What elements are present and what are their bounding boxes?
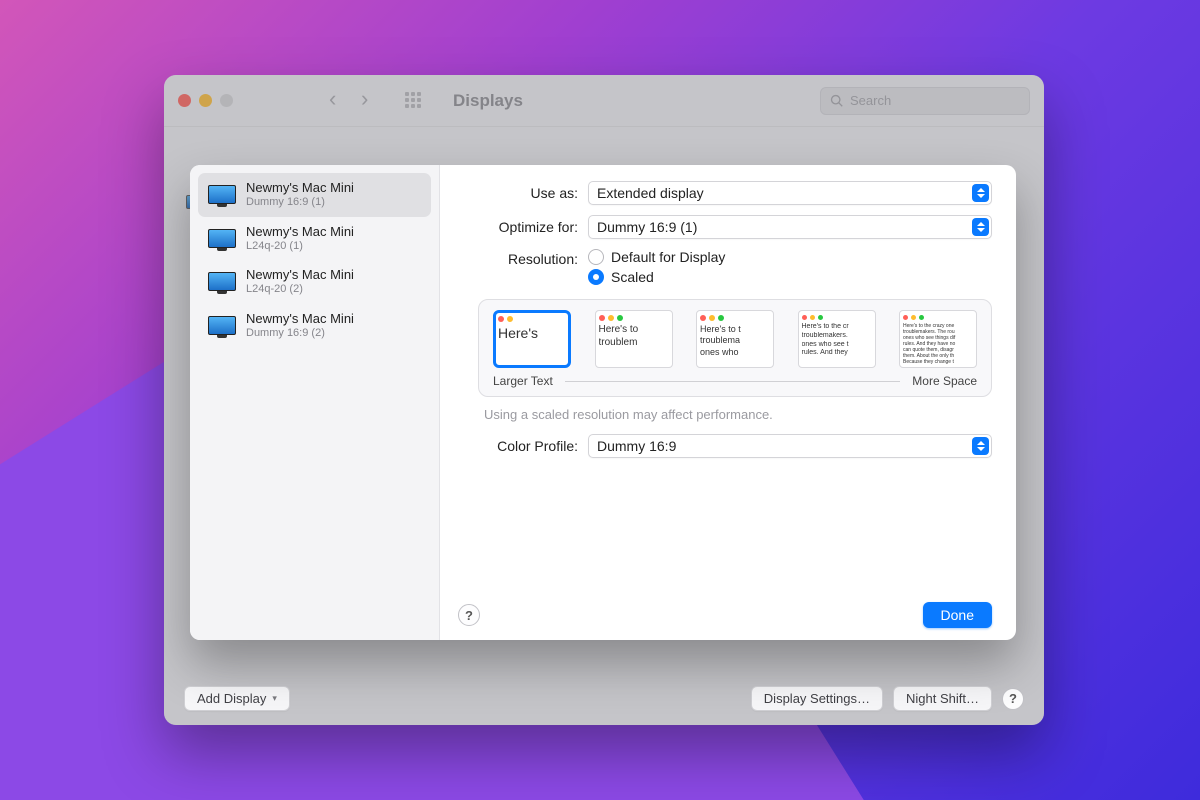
scale-option-5[interactable]: Here's to the crazy one troublemakers. T… [899,310,977,368]
resolution-default-label: Default for Display [611,249,725,265]
display-item-2[interactable]: Newmy's Mac Mini L24q-20 (2) [198,260,431,304]
use-as-label: Use as: [458,185,578,201]
monitor-icon [208,316,236,335]
scale-preview-text: troublemakers. [802,332,872,341]
sheet-help-button[interactable]: ? [458,604,480,626]
use-as-select[interactable]: Extended display [588,181,992,205]
display-settings-button[interactable]: Display Settings… [751,686,883,711]
resolution-label: Resolution: [458,249,578,267]
resolution-scaled-radio[interactable]: Scaled [588,269,992,285]
help-button[interactable]: ? [1002,688,1024,710]
color-profile-select[interactable]: Dummy 16:9 [588,434,992,458]
night-shift-label: Night Shift… [906,691,979,706]
display-item-title: Newmy's Mac Mini [246,268,354,283]
performance-note: Using a scaled resolution may affect per… [484,407,992,422]
display-item-0[interactable]: Newmy's Mac Mini Dummy 16:9 (1) [198,173,431,217]
system-prefs-window: ‹ › Displays Search Add Display ▾ Displa… [164,75,1044,725]
scale-label-more: More Space [912,374,977,388]
add-display-label: Add Display [197,691,266,706]
display-item-3[interactable]: Newmy's Mac Mini Dummy 16:9 (2) [198,304,431,348]
display-item-title: Newmy's Mac Mini [246,312,354,327]
display-item-title: Newmy's Mac Mini [246,225,354,240]
scale-option-3[interactable]: Here's to t troublema ones who [696,310,774,368]
scale-option-4[interactable]: Here's to the cr troublemakers. ones who… [798,310,876,368]
scale-preview-text: ones who [700,347,770,358]
chevron-down-icon: ▾ [272,693,277,704]
color-profile-label: Color Profile: [458,438,578,454]
display-settings-content: Use as: Extended display Optimize for: D… [440,165,1016,640]
display-item-subtitle: Dummy 16:9 (2) [246,327,354,340]
display-item-1[interactable]: Newmy's Mac Mini L24q-20 (1) [198,217,431,261]
resolution-scale-picker: Here's Here's to troublem Here's to t tr… [478,299,992,397]
scale-preview-text: Here's to [599,324,669,337]
scale-preview-text: troublema [700,335,770,346]
scale-option-1[interactable]: Here's [493,310,571,368]
bottom-toolbar: Add Display ▾ Display Settings… Night Sh… [164,686,1044,711]
scale-option-2[interactable]: Here's to troublem [595,310,673,368]
resolution-scaled-label: Scaled [611,269,654,285]
monitor-icon [208,185,236,204]
stepper-icon [972,437,989,455]
monitor-icon [208,229,236,248]
optimize-for-label: Optimize for: [458,219,578,235]
done-button[interactable]: Done [923,602,992,628]
radio-icon [588,269,604,285]
display-item-title: Newmy's Mac Mini [246,181,354,196]
color-profile-value: Dummy 16:9 [597,438,676,454]
add-display-button[interactable]: Add Display ▾ [184,686,290,711]
scale-preview-text: ones who see t [802,341,872,350]
night-shift-button[interactable]: Night Shift… [893,686,992,711]
scale-label-larger: Larger Text [493,374,553,388]
display-settings-sheet: Newmy's Mac Mini Dummy 16:9 (1) Newmy's … [190,165,1016,640]
optimize-for-select[interactable]: Dummy 16:9 (1) [588,215,992,239]
scale-preview-text: Here's to the cr [802,323,872,332]
scale-preview-text: Here's to t [700,324,770,335]
scale-preview-text: Because they change t [903,359,973,365]
scale-divider [565,381,900,382]
display-item-subtitle: L24q-20 (1) [246,240,354,253]
use-as-value: Extended display [597,185,704,201]
optimize-for-value: Dummy 16:9 (1) [597,219,697,235]
scale-preview-text: Here's [498,325,566,343]
stepper-icon [972,184,989,202]
radio-icon [588,249,604,265]
display-item-subtitle: L24q-20 (2) [246,283,354,296]
scale-preview-text: rules. And they [802,349,872,358]
display-item-subtitle: Dummy 16:9 (1) [246,196,354,209]
sheet-footer: ? Done [458,602,992,628]
scale-preview-text: troublem [599,337,669,350]
stepper-icon [972,218,989,236]
display-settings-label: Display Settings… [764,691,870,706]
resolution-default-radio[interactable]: Default for Display [588,249,992,265]
monitor-icon [208,272,236,291]
display-list-sidebar: Newmy's Mac Mini Dummy 16:9 (1) Newmy's … [190,165,440,640]
